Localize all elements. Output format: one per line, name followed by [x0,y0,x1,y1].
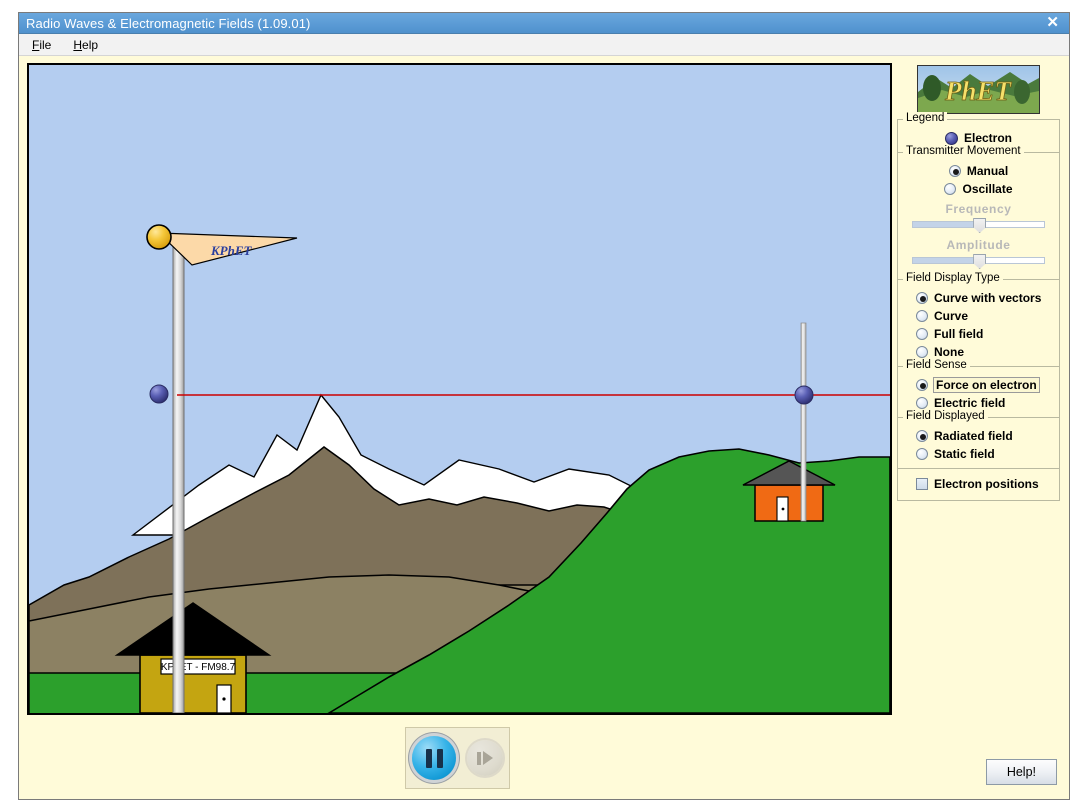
slider-amplitude-label: Amplitude [946,238,1011,252]
checkbox-electron-positions-icon [916,478,928,490]
radio-none-label: None [934,345,964,359]
panel-field-display-type-body: Curve with vectors Curve Full field None [902,282,1055,361]
electron-sphere-icon [944,131,958,145]
radio-none-icon [916,346,928,358]
menu-help[interactable]: Help [70,36,101,54]
svg-text:PhET: PhET [944,76,1013,106]
radio-curve-with-vectors[interactable]: Curve with vectors [902,289,1055,307]
radio-static-field-icon [916,448,928,460]
simulation-canvas[interactable]: KPhET - FM98.7 KPhET [27,63,892,715]
slider-frequency-thumb[interactable] [973,218,987,233]
radio-force-on-electron-icon [916,379,928,391]
panel-electron-positions: Electron positions [897,468,1060,501]
panel-legend-body: Electron [902,122,1055,147]
radio-oscillate-icon [944,183,957,195]
menu-file[interactable]: File [29,36,54,54]
radio-static-field-label: Static field [934,447,995,461]
panel-field-display-type: Field Display Type Curve with vectors Cu… [897,272,1060,367]
clock-control-panel [405,727,510,789]
phet-logo-graphic: PhET [918,66,1039,113]
control-panel-column: PhET Legend Electron Transmitter Movemen… [897,63,1060,791]
help-button[interactable]: Help! [985,759,1057,785]
radio-force-on-electron-label: Force on electron [933,377,1040,393]
radio-manual-icon [948,165,961,177]
panel-field-displayed: Field Displayed Radiated field Static fi… [897,410,1060,469]
body-area: KPhET - FM98.7 KPhET PhET Legend Electro… [19,56,1069,799]
panel-transmitter-movement-body: Manual Oscillate Frequency Amplitude [902,155,1055,270]
panel-field-displayed-title: Field Displayed [903,410,988,422]
receiver-antenna [800,322,807,522]
close-icon[interactable]: ✕ [1040,15,1065,32]
radio-curve-with-vectors-icon [916,292,928,304]
radio-force-on-electron[interactable]: Force on electron [902,376,1055,394]
transmitter-pole [172,244,185,713]
radio-electric-field-icon [916,397,928,409]
station-door-knob [222,697,226,701]
radio-curve-with-vectors-label: Curve with vectors [934,291,1042,305]
checkbox-electron-positions[interactable]: Electron positions [902,475,1055,493]
slider-frequency-fill [913,222,977,227]
slider-amplitude[interactable] [912,253,1045,270]
radio-manual-label: Manual [966,164,1009,178]
pause-button[interactable] [412,736,456,780]
slider-amplitude-fill [913,258,977,263]
radio-manual[interactable]: Manual [902,162,1055,180]
receiver-body [754,484,824,522]
radio-full-field-label: Full field [934,327,984,341]
radio-radiated-field-icon [916,430,928,442]
radio-oscillate[interactable]: Oscillate [902,180,1055,198]
menu-file-label-rest: ile [39,37,52,52]
panel-transmitter-movement-title: Transmitter Movement [903,145,1024,157]
radio-oscillate-label: Oscillate [962,182,1013,196]
radio-full-field-icon [916,328,928,340]
pennant-flag-text: KPhET [210,243,253,258]
simulation-area: KPhET - FM98.7 KPhET [27,63,892,791]
panel-legend-title: Legend [903,112,948,124]
slider-frequency[interactable] [912,217,1045,234]
panel-transmitter-movement: Transmitter Movement Manual Oscillate Fr… [897,145,1060,280]
menu-help-label-rest: elp [82,37,99,52]
radio-electric-field-label: Electric field [934,396,1006,410]
receiver-electron [794,385,814,405]
radio-radiated-field[interactable]: Radiated field [902,427,1055,445]
radio-static-field[interactable]: Static field [902,445,1055,463]
scene-graphic: KPhET - FM98.7 KPhET [29,65,890,713]
panel-field-sense-body: Force on electron Electric field [902,369,1055,412]
panel-field-displayed-body: Radiated field Static field [902,420,1055,463]
application-window: Radio Waves & Electromagnetic Fields (1.… [18,12,1070,800]
radio-curve-label: Curve [934,309,969,323]
step-forward-button[interactable] [467,740,503,776]
phet-logo: PhET [917,65,1040,114]
window-title: Radio Waves & Electromagnetic Fields (1.… [26,15,311,31]
radio-curve[interactable]: Curve [902,307,1055,325]
radio-radiated-field-label: Radiated field [934,429,1013,443]
slider-frequency-label: Frequency [945,202,1012,216]
receiver-door-knob [781,507,785,511]
menu-bar: File Help [19,34,1069,56]
help-button-wrap: Help! [985,759,1057,785]
pause-icon [425,748,443,768]
station-sign-text: KPhET - FM98.7 [161,662,236,673]
checkbox-electron-positions-label: Electron positions [934,477,1039,491]
legend-item-electron-label: Electron [963,131,1012,145]
panel-field-display-type-title: Field Display Type [903,272,1003,284]
slider-amplitude-thumb[interactable] [973,254,987,269]
radio-curve-icon [916,310,928,322]
panel-field-sense-title: Field Sense [903,359,970,371]
transmitter-knob [146,224,172,250]
title-bar: Radio Waves & Electromagnetic Fields (1.… [19,13,1069,34]
step-forward-icon [477,751,493,765]
transmitter-electron [149,384,169,404]
radio-full-field[interactable]: Full field [902,325,1055,343]
